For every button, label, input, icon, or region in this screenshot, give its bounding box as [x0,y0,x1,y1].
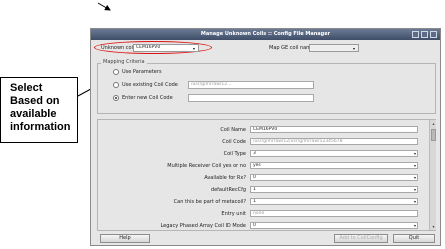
chevron-down-icon: ▾ [413,199,416,204]
entry-unit-field[interactable]: none [250,210,418,217]
select-value: 0 [253,175,256,180]
scroll-thumb[interactable] [431,129,436,141]
select-value: 1 [253,187,256,192]
radio-label-use-existing-coil-code: Use existing Coil Code [122,82,178,88]
chevron-down-icon: ▾ [413,187,416,192]
coil-properties-panel: Coil Name CEM16PV0 Coil Code /usr/g/mrra… [97,119,436,231]
default-rec-cfg-select[interactable]: 1 ▾ [250,186,418,193]
window-title: Manage Unknown Coils :: Config File Mana… [200,31,331,37]
metacoil-select[interactable]: 1 ▾ [250,198,418,205]
mapping-criteria-title: Mapping Criteria [101,59,147,65]
unknown-coil-select[interactable]: CEM16PV0 ▾ [133,44,199,52]
callout-line: Based on [10,95,60,107]
prop-label: Coil Name [220,127,246,133]
legacy-phased-array-select[interactable]: 0 ▾ [250,222,418,229]
callout-line: information [10,121,71,133]
maximize-icon[interactable] [421,31,428,38]
radio-label-enter-new-coil-code: Enter new Coil Code [122,95,173,101]
select-value: 3 [253,151,256,156]
properties-scrollbar[interactable]: ▴ ▾ [429,120,436,230]
scroll-up-icon[interactable]: ▴ [430,120,437,127]
arrow-line [97,2,111,11]
coil-type-select[interactable]: 3 ▾ [250,150,418,157]
radio-enter-new-coil-code[interactable] [113,95,119,101]
new-coil-code-field[interactable] [188,94,314,102]
prop-label: Can this be part of metacoil? [173,199,246,205]
close-icon[interactable] [430,31,437,38]
coil-code-field[interactable]: /usr/g/mrraw/12/usr/g/mrraw/12345678 [250,138,418,145]
select-value: yes [253,163,261,168]
radio-use-parameters[interactable] [113,69,119,75]
select-value: 0 [253,223,256,228]
chevron-down-icon: ▾ [413,163,416,168]
chevron-down-icon: ▾ [413,223,416,228]
map-ge-coil-label: Map GE coil name [269,45,315,51]
prop-label: Coil Type [223,151,246,157]
scroll-down-icon[interactable]: ▾ [430,223,437,230]
coil-name-field[interactable]: CEM16PV0 [250,126,418,133]
prop-label: Legacy Phased Array Coil ID Mode [160,223,246,229]
multiple-receiver-select[interactable]: yes ▾ [250,162,418,169]
quit-button[interactable]: Quit [393,234,435,243]
minimize-icon[interactable] [412,31,419,38]
chevron-down-icon: ▾ [413,175,416,180]
config-file-manager-window: Manage Unknown Coils :: Config File Mana… [90,28,441,246]
help-button[interactable]: Help [100,234,150,243]
annotation-callout: Select Based on available information [0,77,78,143]
unknown-coil-label: Unknown coil [101,45,135,51]
radio-label-use-parameters: Use Parameters [122,69,162,75]
chevron-down-icon: ▾ [192,46,195,51]
prop-label: Entry unit [221,211,246,217]
window-titlebar: Manage Unknown Coils :: Config File Mana… [91,29,440,40]
prop-label: Coil Code [222,139,246,145]
callout-line: Select [10,82,43,94]
callout-line: available [10,108,57,120]
existing-coil-code-field[interactable]: /usr/g/mrraw/12... [188,81,314,89]
prop-label: defaultRecCfg [210,187,246,193]
chevron-down-icon: ▾ [352,46,355,51]
prop-label: Multiple Receiver Coil yes or no [167,163,246,169]
select-value: 1 [253,199,256,204]
prop-label: Available for Rx? [204,175,246,181]
unknown-coil-value: CEM16PV0 [136,45,161,50]
available-for-rx-select[interactable]: 0 ▾ [250,174,418,181]
add-to-coilconfig-button[interactable]: Add to CoilConfig [334,234,388,243]
radio-use-existing-coil-code[interactable] [113,82,119,88]
map-ge-coil-select[interactable]: ▾ [309,44,359,52]
chevron-down-icon: ▾ [413,151,416,156]
